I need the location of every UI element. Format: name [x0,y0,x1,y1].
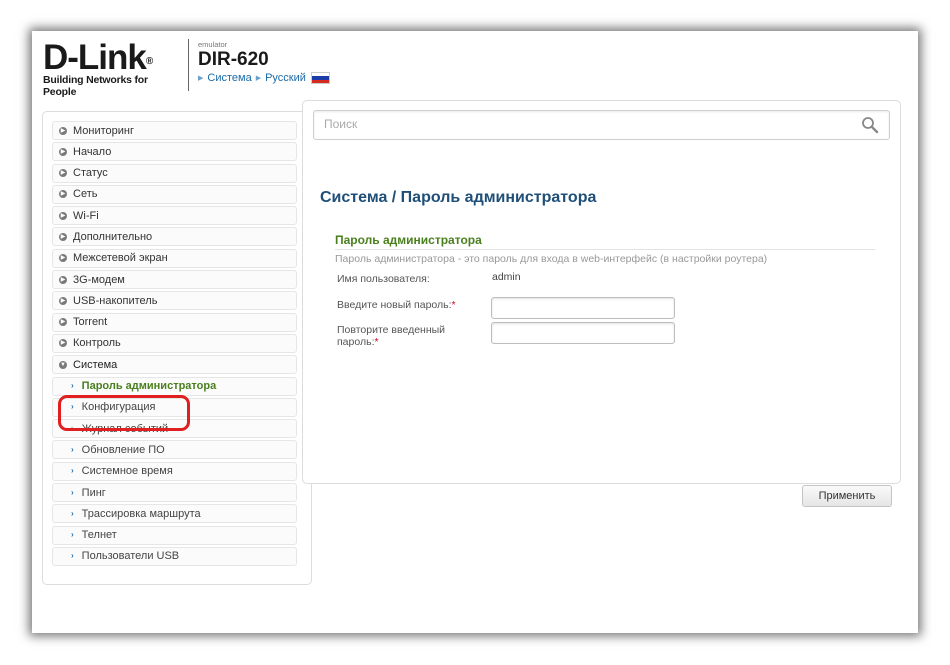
sidebar-subitem-traceroute[interactable]: › Трассировка маршрута [52,504,297,524]
russian-flag-icon[interactable] [310,72,330,84]
sidebar-subitem-telnet[interactable]: › Телнет [52,525,297,545]
browser-window: D-Link® Building Networks for People emu… [32,31,918,633]
expand-icon: ▶ [59,275,67,284]
expand-icon: ▶ [59,318,67,327]
sidebar-menu: ▶ Мониторинг ▶ Начало ▶ Статус ▶ Сеть ▶ Wi-Fi… [42,111,312,585]
sidebar-item-label: Система [73,358,118,371]
chevron-right-icon: › [71,381,74,391]
chevron-right-icon: › [71,551,74,561]
sidebar-subitem-ping[interactable]: › Пинг [52,483,297,503]
expand-icon: ▶ [59,190,67,199]
username-value: admin [492,271,521,283]
username-label: Имя пользователя: [337,273,430,285]
chevron-right-icon: › [71,444,74,454]
search-box [313,110,890,140]
sidebar-item-label: USB-накопитель [73,294,158,307]
new-password-label-text: Введите новый пароль: [337,299,452,311]
expand-icon: ▶ [59,147,67,156]
sidebar-item-label: Мониторинг [73,124,135,137]
sidebar-subitem-label: Телнет [81,529,117,542]
language-link[interactable]: Русский [265,72,306,84]
search-icon[interactable] [861,116,879,134]
repeat-password-label: Повторите введенный пароль:* [337,324,445,348]
section-title: Пароль администратора [335,233,875,250]
header-breadcrumb: ▶ Система ▶ Русский [198,72,330,84]
triangle-icon: ▶ [255,75,262,82]
sidebar-item-label: Контроль [73,337,121,350]
sidebar-item-network[interactable]: ▶ Сеть [52,184,297,204]
required-mark: * [451,299,456,311]
sidebar-item-label: Wi-Fi [73,209,99,222]
sidebar-subitem-admin-password[interactable]: › Пароль администратора [52,376,297,396]
chevron-right-icon: › [71,530,74,540]
sidebar-item-usb-storage[interactable]: ▶ USB-накопитель [52,291,297,311]
sidebar-item-advanced[interactable]: ▶ Дополнительно [52,227,297,247]
admin-password-section: Пароль администратора Пароль администрат… [335,233,875,348]
sidebar-item-3g-modem[interactable]: ▶ 3G-модем [52,270,297,290]
expand-icon: ▶ [59,126,67,135]
highlight-annotation [58,395,190,431]
sidebar-item-status[interactable]: ▶ Статус [52,163,297,183]
sidebar-subitem-system-time[interactable]: › Системное время [52,461,297,481]
menu-list: ▶ Мониторинг ▶ Начало ▶ Статус ▶ Сеть ▶ Wi-Fi… [43,112,311,566]
repeat-password-label-line1: Повторите введенный [337,324,446,336]
new-password-field[interactable] [491,297,675,319]
sidebar-subitem-usb-users[interactable]: › Пользователи USB [52,546,297,566]
sidebar-item-torrent[interactable]: ▶ Torrent [52,312,297,332]
sidebar-item-label: Дополнительно [73,230,153,243]
sidebar-item-control[interactable]: ▶ Контроль [52,333,297,353]
section-description: Пароль администратора - это пароль для в… [335,253,768,265]
dlink-logo: D-Link® Building Networks for People [43,38,183,99]
sidebar-item-label: Torrent [73,316,108,329]
page-title: Система / Пароль администратора [320,189,597,206]
logo-text: D-Link [43,38,147,77]
expand-icon: ▶ [59,339,67,348]
expand-icon: ▶ [59,211,67,220]
sidebar-subitem-label: Пароль администратора [81,380,217,393]
required-mark: * [374,336,379,348]
sidebar-item-start[interactable]: ▶ Начало [52,142,297,162]
sidebar-item-label: Сеть [73,188,98,201]
apply-button[interactable]: Применить [802,485,892,507]
sidebar-item-wifi[interactable]: ▶ Wi-Fi [52,206,297,226]
emulator-label: emulator [198,40,228,49]
sidebar-subitem-label: Системное время [81,465,173,478]
logo-registered-mark: ® [145,56,153,67]
sidebar-subitem-label: Пинг [81,486,106,499]
expand-icon: ▶ [59,296,67,305]
sidebar-item-label: Межсетевой экран [73,252,168,265]
chevron-right-icon: › [71,466,74,476]
sidebar-item-label: Статус [73,167,108,180]
repeat-password-label-line2: пароль: [337,336,375,348]
sidebar-subitem-label: Обновление ПО [81,443,165,456]
sidebar-subitem-label: Трассировка маршрута [81,507,201,520]
collapse-icon: ▼ [59,360,67,369]
expand-icon: ▶ [59,169,67,178]
search-input[interactable] [314,111,854,137]
triangle-icon: ▶ [198,75,204,82]
expand-icon: ▶ [59,232,67,241]
sidebar-item-system[interactable]: ▼ Система [52,355,297,375]
sidebar-item-firewall[interactable]: ▶ Межсетевой экран [52,248,297,268]
header-divider [188,39,189,91]
chevron-right-icon: › [71,487,74,497]
sidebar-subitem-firmware-update[interactable]: › Обновление ПО [52,440,297,460]
model-name: DIR-620 [198,49,269,70]
sidebar-item-label: Начало [73,145,112,158]
repeat-password-field[interactable] [491,322,675,344]
logo-tagline: Building Networks for People [43,74,148,98]
chevron-right-icon: › [71,508,74,518]
model-block: emulator DIR-620 ▶ Система ▶ Русский [198,41,330,84]
sidebar-item-monitoring[interactable]: ▶ Мониторинг [52,121,297,140]
expand-icon: ▶ [59,254,67,263]
sidebar-item-label: 3G-модем [73,273,125,286]
sidebar-subitem-label: Пользователи USB [81,550,180,563]
crumb-system-link[interactable]: Система [207,72,251,84]
content-panel: Система / Пароль администратора Пароль а… [302,100,901,507]
new-password-label: Введите новый пароль:* [337,299,456,311]
